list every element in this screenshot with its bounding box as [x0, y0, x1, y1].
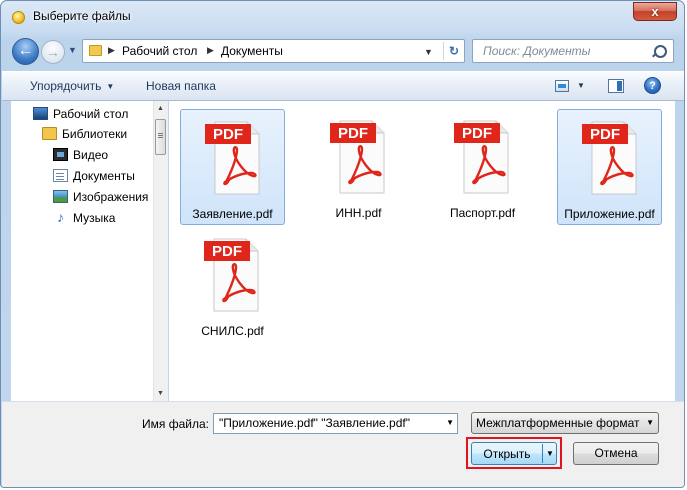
- search-icon[interactable]: [654, 45, 667, 58]
- filename-value: "Приложение.pdf" "Заявление.pdf": [219, 416, 410, 430]
- file-item-inn[interactable]: PDF ИНН.pdf: [306, 109, 411, 225]
- scroll-down-icon[interactable]: ▼: [157, 390, 164, 397]
- sidebar-item-label: Изображения: [73, 190, 149, 204]
- svg-text:PDF: PDF: [212, 243, 242, 260]
- breadcrumb-separator-icon[interactable]: ▶: [108, 45, 115, 56]
- sidebar-item-label: Рабочий стол: [53, 107, 129, 121]
- sidebar-item-label: Библиотеки: [62, 127, 128, 141]
- svg-text:PDF: PDF: [213, 126, 243, 143]
- organize-label: Упорядочить: [30, 79, 102, 93]
- breadcrumb-documents[interactable]: Документы: [221, 44, 283, 58]
- file-type-value: Межплатформенные формат: [476, 416, 640, 430]
- address-dropdown-icon[interactable]: ▼: [424, 47, 433, 57]
- pdf-file-icon: PDF: [454, 120, 509, 194]
- chevron-down-icon: ▼: [646, 418, 654, 427]
- forward-button[interactable]: →: [41, 40, 65, 64]
- app-icon: [12, 11, 25, 24]
- preview-pane-icon[interactable]: [608, 79, 624, 93]
- file-item-zayavlenie[interactable]: PDF Заявление.pdf: [180, 109, 285, 225]
- back-button[interactable]: ←: [12, 38, 39, 65]
- dialog-footer: Имя файла: "Приложение.pdf" "Заявление.p…: [2, 401, 684, 487]
- pdf-file-icon: PDF: [205, 121, 260, 195]
- file-type-select[interactable]: Межплатформенные формат ▼: [471, 412, 659, 434]
- file-name: СНИЛС.pdf: [201, 324, 264, 338]
- file-open-dialog: Выберите файлы x ← → ▼ ▶ Рабочий стол ▶ …: [0, 0, 685, 488]
- svg-text:PDF: PDF: [338, 125, 368, 142]
- title-bar[interactable]: Выберите файлы x: [1, 1, 684, 33]
- address-bar[interactable]: ▶ Рабочий стол ▶ Документы ▼ ↻: [82, 39, 465, 63]
- chevron-down-icon: ▼: [106, 82, 115, 91]
- change-view-icon[interactable]: [555, 80, 569, 92]
- sidebar-scrollbar[interactable]: ▲ ▼: [153, 101, 168, 401]
- open-options-dropdown-icon[interactable]: ▼: [546, 449, 554, 458]
- documents-icon: [53, 169, 68, 182]
- file-name: ИНН.pdf: [335, 206, 382, 220]
- svg-text:PDF: PDF: [590, 126, 620, 143]
- sidebar-item-label: Документы: [73, 169, 135, 183]
- window-title: Выберите файлы: [33, 9, 131, 23]
- breadcrumb-separator-icon[interactable]: ▶: [207, 45, 214, 56]
- open-button-label: Открыть: [483, 447, 531, 461]
- search-placeholder: Поиск: Документы: [483, 44, 591, 58]
- pdf-file-icon: PDF: [582, 121, 637, 195]
- filename-input[interactable]: "Приложение.pdf" "Заявление.pdf" ▼: [213, 413, 458, 434]
- folder-icon: [89, 45, 102, 56]
- search-input[interactable]: Поиск: Документы: [472, 39, 674, 63]
- refresh-button[interactable]: ↻: [443, 42, 464, 60]
- scroll-up-icon[interactable]: ▲: [157, 105, 164, 112]
- file-item-snils[interactable]: PDF СНИЛС.pdf: [180, 227, 285, 343]
- scrollbar-thumb[interactable]: [155, 119, 166, 155]
- music-icon: ♪: [57, 209, 64, 225]
- file-name: Заявление.pdf: [192, 207, 273, 221]
- sidebar-item-label: Музыка: [73, 211, 116, 225]
- filename-label: Имя файла:: [142, 417, 209, 431]
- view-options-chevron-icon[interactable]: ▼: [577, 81, 585, 90]
- pdf-file-icon: PDF: [204, 238, 259, 312]
- sidebar-item-label: Видео: [73, 148, 109, 162]
- command-bar: Упорядочить ▼ Новая папка ▼ ?: [2, 71, 684, 101]
- recent-pages-dropdown[interactable]: ▼: [68, 45, 77, 55]
- organize-menu-button[interactable]: Упорядочить ▼: [30, 79, 114, 93]
- file-name: Приложение.pdf: [564, 207, 655, 221]
- new-folder-button[interactable]: Новая папка: [146, 79, 216, 93]
- close-button[interactable]: x: [633, 2, 677, 21]
- navigation-pane: Рабочий стол Библиотеки Видео Документы …: [11, 101, 168, 401]
- file-item-prilozhenie[interactable]: PDF Приложение.pdf: [557, 109, 662, 225]
- pdf-file-icon: PDF: [330, 120, 385, 194]
- desktop-icon: [33, 107, 48, 120]
- filename-history-dropdown-icon[interactable]: ▼: [446, 418, 454, 427]
- file-name: Паспорт.pdf: [449, 206, 516, 220]
- file-item-pasport[interactable]: PDF Паспорт.pdf: [430, 109, 535, 225]
- images-icon: [53, 190, 68, 203]
- video-icon: [53, 148, 68, 161]
- split-divider: [542, 444, 543, 463]
- svg-text:PDF: PDF: [462, 125, 492, 142]
- open-button[interactable]: Открыть ▼: [471, 442, 557, 465]
- file-list: PDF Заявление.pdf PDF ИНН.pdf PDF Паспор…: [169, 101, 675, 401]
- cancel-button[interactable]: Отмена: [573, 442, 659, 465]
- breadcrumb-desktop[interactable]: Рабочий стол: [122, 44, 197, 58]
- libraries-icon: [42, 127, 57, 140]
- help-icon[interactable]: ?: [644, 77, 661, 94]
